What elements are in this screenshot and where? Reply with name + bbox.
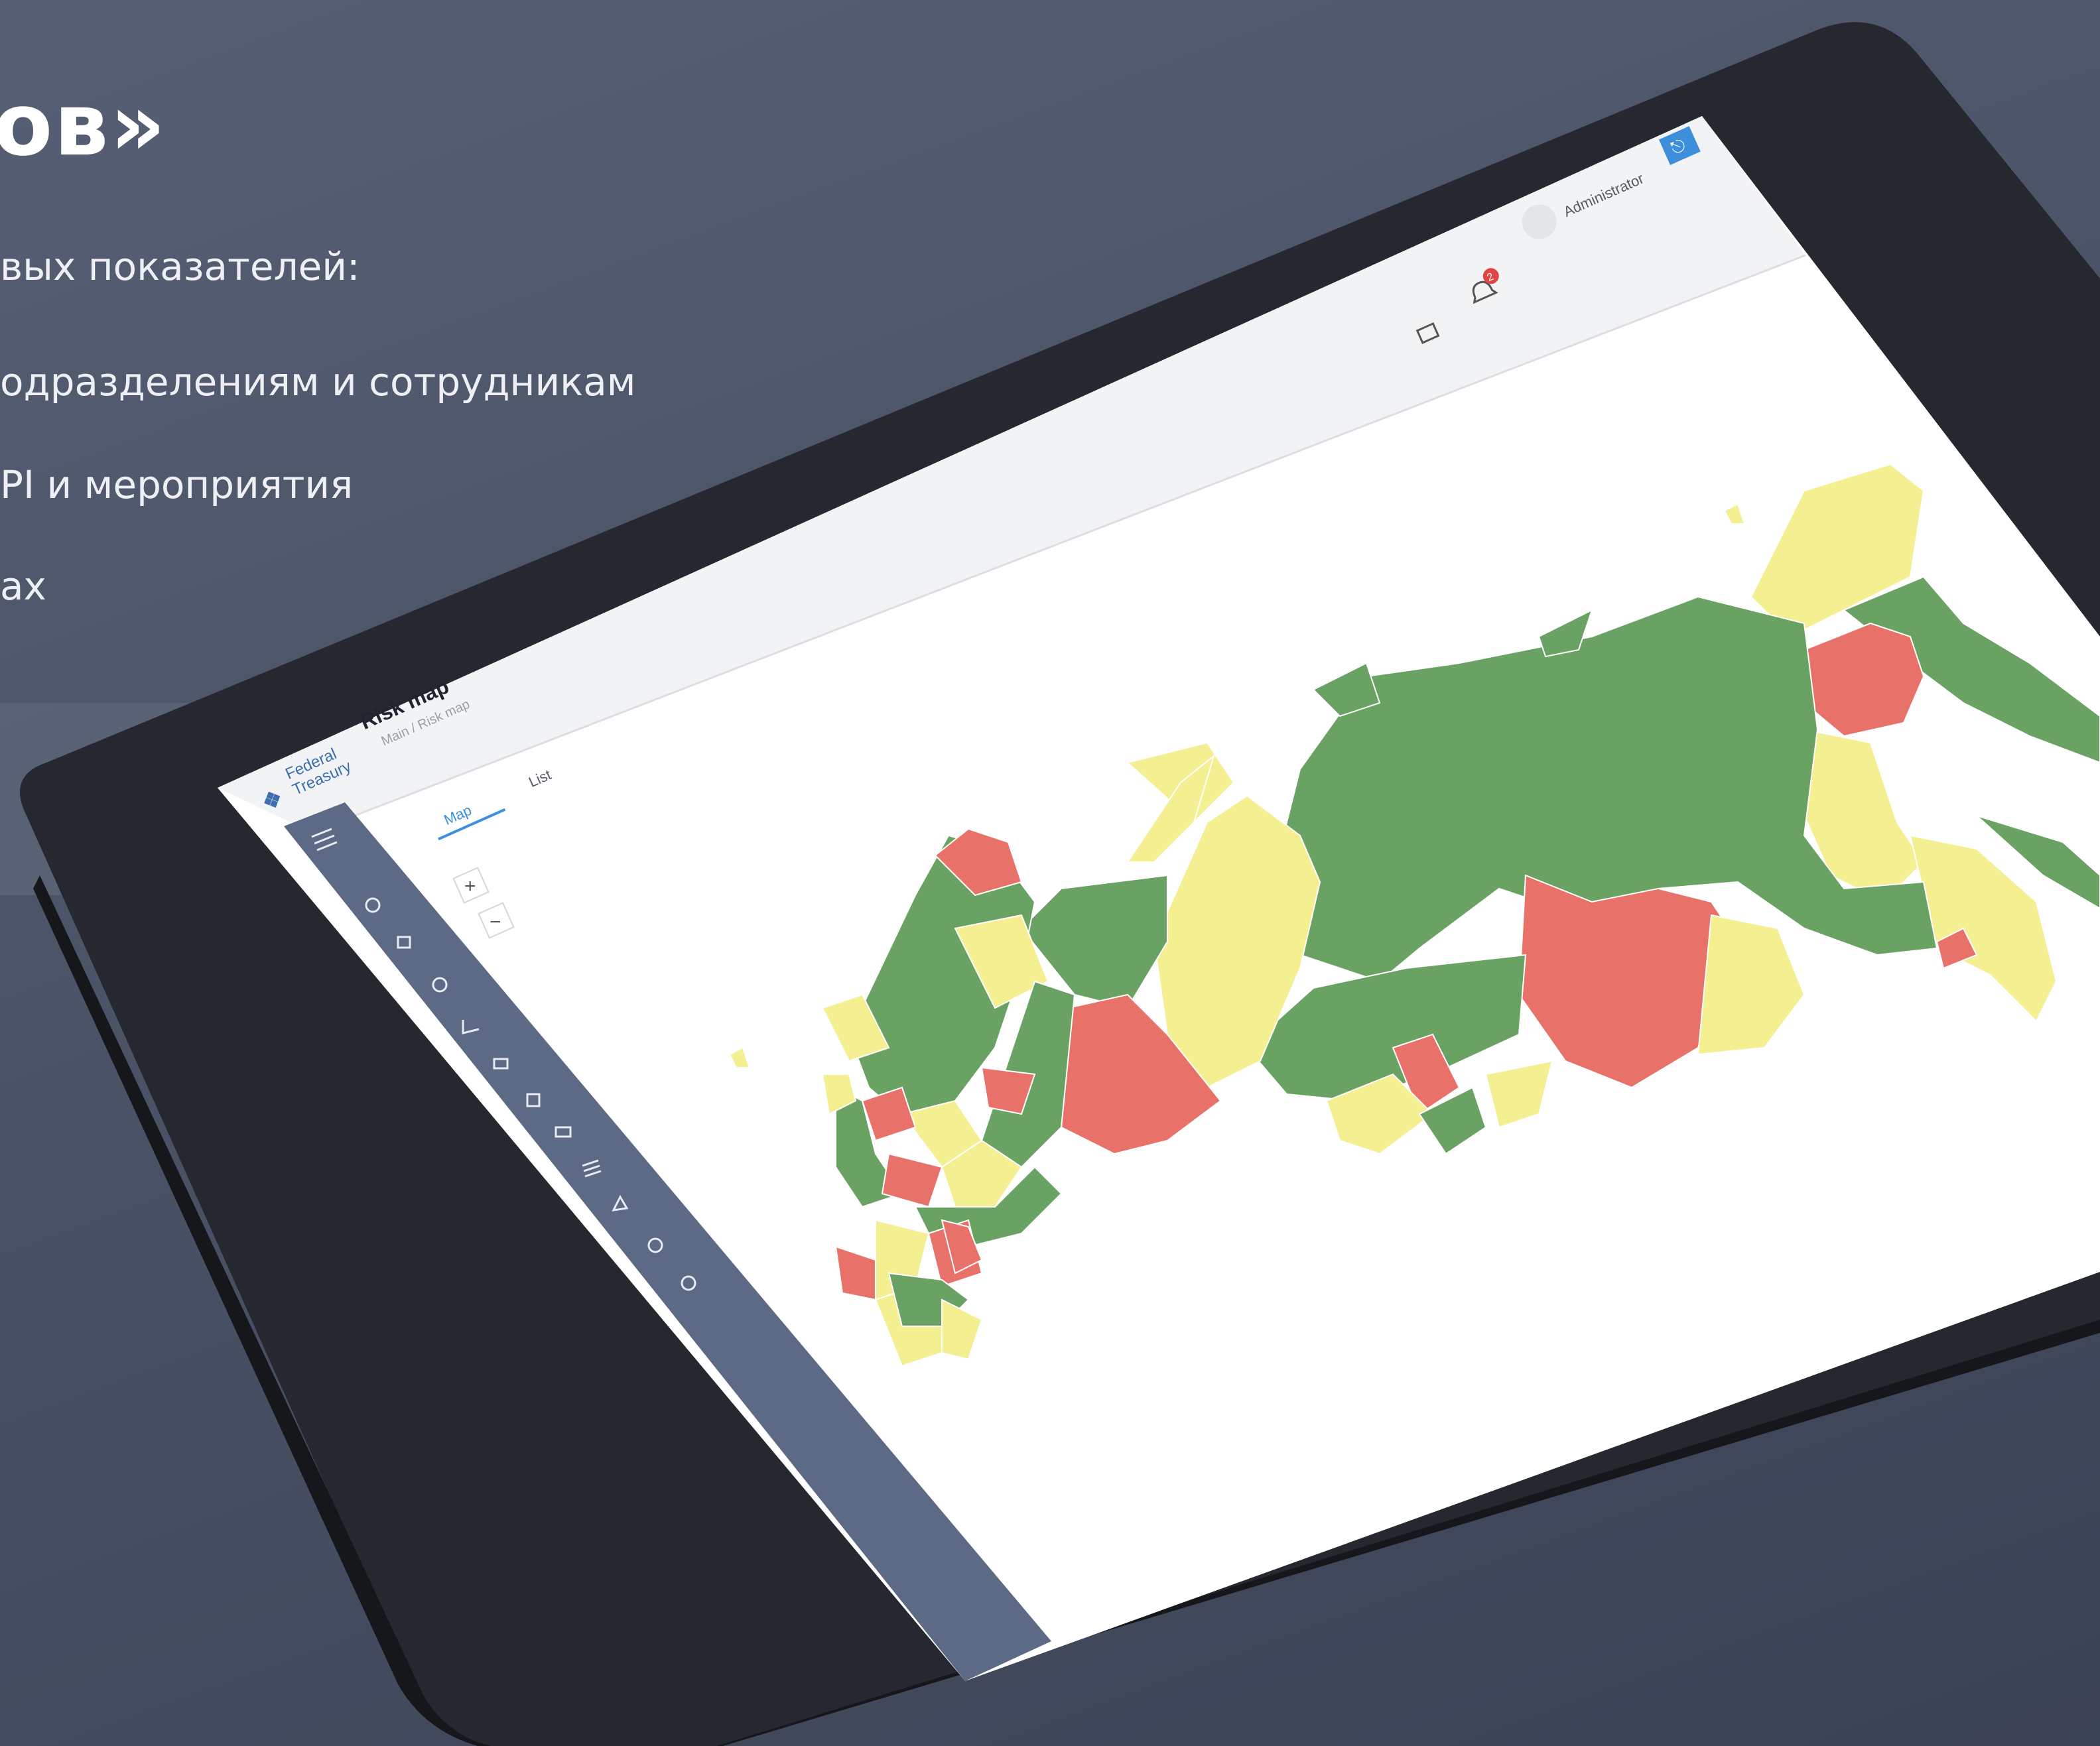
zoom-in-icon: + [464, 875, 476, 897]
zoom-out-icon: − [490, 911, 501, 933]
tablet-device: ❖ Federal Treasury Risk map Main / Risk … [20, 22, 2100, 1746]
